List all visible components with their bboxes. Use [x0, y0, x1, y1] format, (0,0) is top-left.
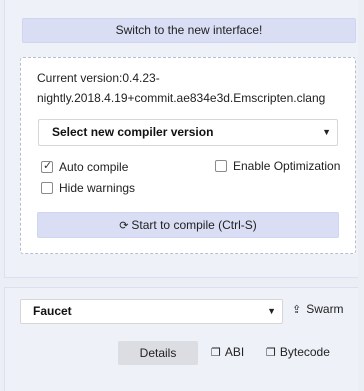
hide-warnings-checkbox[interactable] — [41, 182, 53, 194]
enable-optimization-label: Enable Optimization — [233, 159, 341, 173]
compiler-version-select[interactable]: Select new compiler version ▼ — [38, 119, 338, 146]
caret-down-icon: ▼ — [267, 306, 276, 316]
start-compile-button[interactable]: ⟳ Start to compile (Ctrl-S) — [37, 212, 339, 238]
caret-down-icon: ▼ — [322, 127, 331, 137]
upload-icon: ⇪ — [292, 303, 302, 316]
auto-compile-row[interactable]: Auto compile — [41, 159, 129, 174]
contract-select[interactable]: Faucet ▼ — [20, 299, 283, 324]
current-version-text: Current version:0.4.23-nightly.2018.4.19… — [37, 71, 326, 105]
swarm-button[interactable]: ⇪ Swarm — [292, 302, 344, 316]
swarm-label: Swarm — [306, 302, 344, 316]
clipboard-icon: ❐ — [211, 346, 221, 359]
contract-select-label: Faucet — [33, 304, 72, 318]
enable-optimization-checkbox[interactable] — [215, 160, 227, 172]
abi-label: ABI — [224, 345, 245, 359]
switch-interface-button[interactable]: Switch to the new interface! — [22, 18, 356, 43]
compiler-container: Current version:0.4.23-nightly.2018.4.19… — [20, 57, 356, 254]
copy-bytecode-button[interactable]: ❐ Bytecode — [266, 345, 330, 359]
refresh-icon: ⟳ — [119, 220, 129, 232]
hide-warnings-label: Hide warnings — [59, 181, 136, 195]
details-button[interactable]: Details — [118, 341, 198, 365]
copy-abi-button[interactable]: ❐ ABI — [211, 345, 244, 359]
hide-warnings-row[interactable]: Hide warnings — [41, 181, 135, 195]
auto-compile-label: Auto compile — [59, 160, 129, 174]
compiler-version-select-label: Select new compiler version — [52, 125, 214, 139]
clipboard-icon: ❐ — [266, 346, 276, 359]
enable-optimization-row[interactable]: Enable Optimization — [215, 159, 340, 173]
bytecode-label: Bytecode — [279, 345, 330, 359]
auto-compile-checkbox[interactable] — [41, 159, 53, 173]
start-compile-label: Start to compile (Ctrl-S) — [131, 218, 257, 232]
